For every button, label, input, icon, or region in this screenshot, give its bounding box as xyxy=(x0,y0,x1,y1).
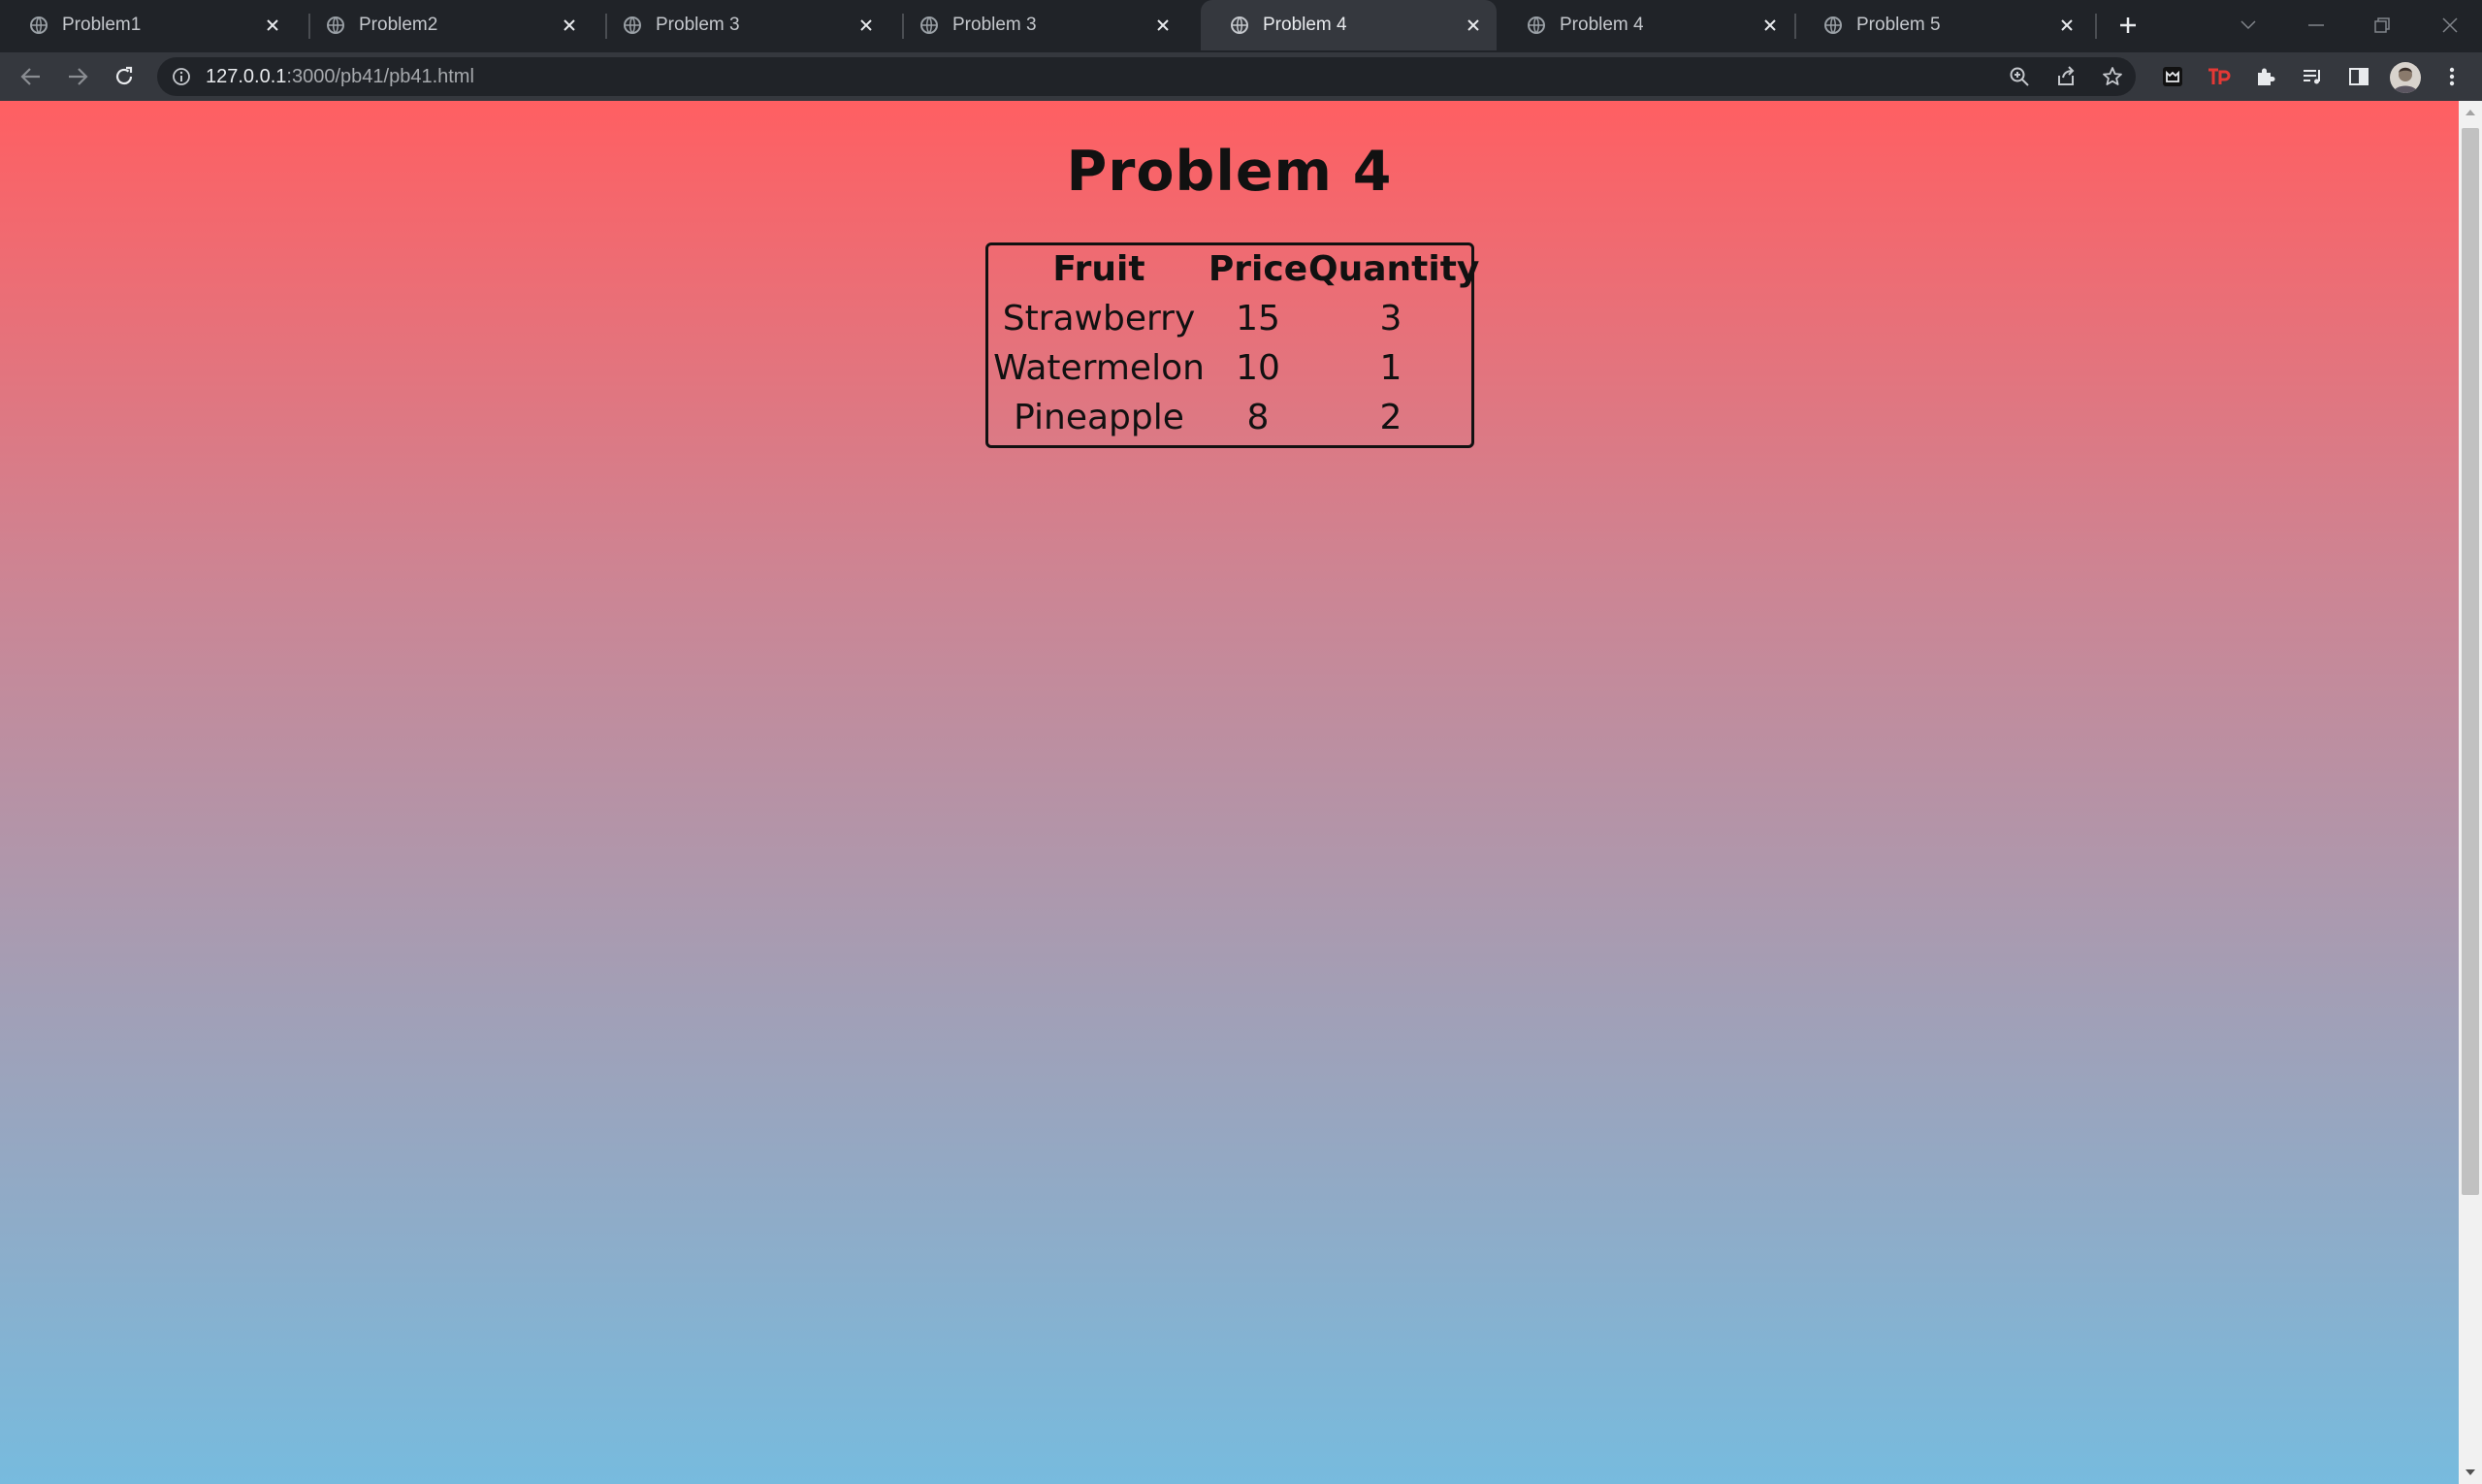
tab-problem3b[interactable]: Problem 3 xyxy=(890,0,1186,50)
restore-button[interactable] xyxy=(2363,6,2401,45)
tab-problem5[interactable]: Problem 5 xyxy=(1794,0,2090,50)
extension-cat-icon[interactable] xyxy=(2157,61,2188,92)
table-cell-quantity: 3 xyxy=(1379,299,1402,339)
scroll-down-arrow-icon[interactable] xyxy=(2459,1461,2482,1484)
globe-icon xyxy=(1527,16,1546,35)
globe-icon xyxy=(29,16,48,35)
zoom-icon[interactable] xyxy=(2006,63,2033,90)
close-icon[interactable] xyxy=(259,12,286,39)
close-icon[interactable] xyxy=(2053,12,2080,39)
globe-icon xyxy=(1823,16,1843,35)
share-icon[interactable] xyxy=(2052,63,2079,90)
globe-icon xyxy=(623,16,642,35)
tab-title: Problem 4 xyxy=(1560,15,1644,35)
tab-title: Problem 4 xyxy=(1263,15,1347,35)
info-icon[interactable] xyxy=(171,66,192,87)
table-cell-price: 8 xyxy=(1246,398,1270,437)
minimize-icon xyxy=(2308,24,2324,26)
page-title: Problem 4 xyxy=(1066,140,1393,204)
tab-title: Problem 3 xyxy=(952,15,1037,35)
minimize-button[interactable] xyxy=(2297,6,2336,45)
globe-icon xyxy=(1230,16,1249,35)
table-header-quantity: Quantity xyxy=(1308,249,1480,289)
reload-button[interactable] xyxy=(107,59,142,94)
close-icon[interactable] xyxy=(1757,12,1784,39)
table-cell-fruit: Pineapple xyxy=(1014,398,1184,437)
close-icon xyxy=(2442,17,2458,33)
table-header-fruit: Fruit xyxy=(1052,249,1145,289)
table-cell-price: 10 xyxy=(1236,348,1280,388)
media-queue-icon[interactable] xyxy=(2297,61,2328,92)
fruit-table: Fruit Price Quantity Strawberry 15 3 Wat… xyxy=(985,242,1480,448)
browser-toolbar: 127.0.0.1:3000/pb41/pb41.html xyxy=(0,52,2482,101)
table-cell-quantity: 2 xyxy=(1379,398,1402,437)
new-tab-button[interactable] xyxy=(2111,8,2145,43)
address-bar[interactable]: 127.0.0.1:3000/pb41/pb41.html xyxy=(157,57,2136,96)
forward-button[interactable] xyxy=(60,59,95,94)
tab-title: Problem 5 xyxy=(1856,15,1941,35)
restore-icon xyxy=(2374,17,2390,33)
url-path: :3000/pb41/pb41.html xyxy=(286,66,474,87)
tab-problem4[interactable]: Problem 4 xyxy=(1498,0,1793,50)
close-icon[interactable] xyxy=(1460,12,1487,39)
tab-problem4-active[interactable]: Problem 4 xyxy=(1201,0,1497,50)
arrow-right-icon xyxy=(69,68,88,85)
window-close-button[interactable] xyxy=(2431,6,2469,45)
close-icon[interactable] xyxy=(1149,12,1177,39)
menu-kebab-icon[interactable] xyxy=(2436,61,2467,92)
tab-separator xyxy=(2095,14,2097,39)
url-host: 127.0.0.1 xyxy=(206,66,287,87)
table-cell-fruit: Strawberry xyxy=(1002,299,1196,339)
vertical-scrollbar[interactable] xyxy=(2459,101,2482,1484)
close-icon[interactable] xyxy=(853,12,880,39)
extension-tp-icon[interactable] xyxy=(2204,61,2235,92)
tab-title: Problem2 xyxy=(359,15,438,35)
bookmark-star-icon[interactable] xyxy=(2099,63,2126,90)
table-cell-fruit: Watermelon xyxy=(993,348,1205,388)
tab-search-button[interactable] xyxy=(2229,6,2268,45)
tab-strip: Problem1 Problem2 Problem 3 Problem 3 Pr… xyxy=(0,0,2482,52)
scroll-up-arrow-icon[interactable] xyxy=(2459,101,2482,124)
reload-icon xyxy=(115,66,133,85)
url-text[interactable]: 127.0.0.1:3000/pb41/pb41.html xyxy=(206,66,474,88)
back-button[interactable] xyxy=(14,59,48,94)
arrow-left-icon xyxy=(20,68,40,85)
table-cell-price: 15 xyxy=(1236,299,1280,339)
chevron-down-icon xyxy=(2240,20,2256,30)
tab-title: Problem1 xyxy=(62,15,142,35)
tab-problem1[interactable]: Problem1 xyxy=(0,0,296,50)
tab-problem2[interactable]: Problem2 xyxy=(297,0,593,50)
tab-problem3[interactable]: Problem 3 xyxy=(594,0,889,50)
globe-icon xyxy=(919,16,939,35)
table-header-price: Price xyxy=(1208,249,1308,289)
globe-icon xyxy=(326,16,345,35)
scrollbar-thumb[interactable] xyxy=(2462,128,2479,1195)
page-viewport: Problem 4 Fruit Price Quantity Strawberr… xyxy=(0,101,2459,1484)
profile-avatar[interactable] xyxy=(2390,62,2421,93)
close-icon[interactable] xyxy=(556,12,583,39)
extensions-puzzle-icon[interactable] xyxy=(2250,61,2281,92)
tab-title: Problem 3 xyxy=(656,15,740,35)
side-panel-icon[interactable] xyxy=(2343,61,2374,92)
table-cell-quantity: 1 xyxy=(1379,348,1402,388)
plus-icon xyxy=(2120,17,2136,33)
